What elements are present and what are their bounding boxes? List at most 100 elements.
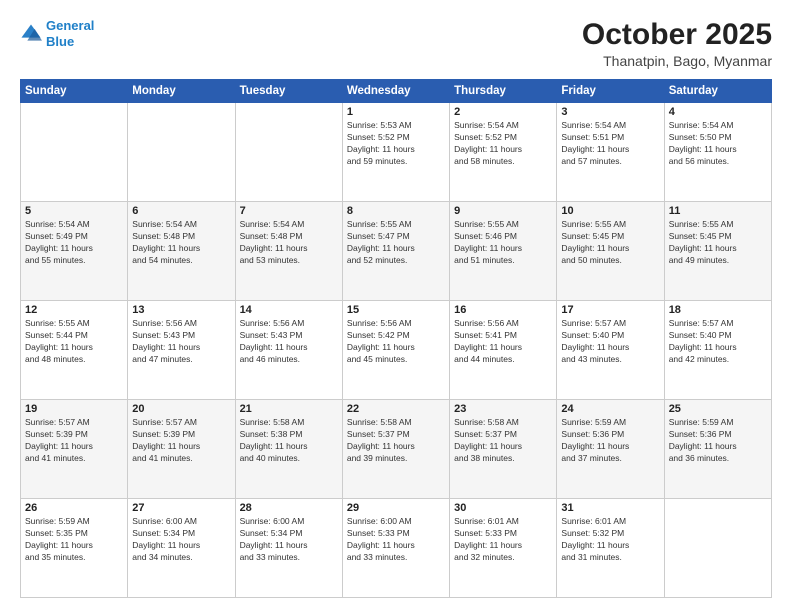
day-info: Sunrise: 5:54 AM Sunset: 5:52 PM Dayligh… [454,120,552,168]
day-info: Sunrise: 5:54 AM Sunset: 5:48 PM Dayligh… [240,219,338,267]
calendar-table: SundayMondayTuesdayWednesdayThursdayFrid… [20,79,772,598]
day-info: Sunrise: 5:55 AM Sunset: 5:46 PM Dayligh… [454,219,552,267]
day-number: 17 [561,304,659,316]
week-row-3: 12 Sunrise: 5:55 AM Sunset: 5:44 PM Dayli… [21,301,772,400]
weekday-header-wednesday: Wednesday [342,80,449,103]
day-number: 14 [240,304,338,316]
day-number: 8 [347,205,445,217]
calendar-cell [21,103,128,202]
weekday-header-thursday: Thursday [450,80,557,103]
weekday-header-monday: Monday [128,80,235,103]
day-number: 9 [454,205,552,217]
logo: General Blue [20,18,94,49]
day-info: Sunrise: 5:55 AM Sunset: 5:45 PM Dayligh… [669,219,767,267]
day-number: 23 [454,403,552,415]
day-number: 1 [347,106,445,118]
day-number: 20 [132,403,230,415]
header: General Blue October 2025 Thanatpin, Bag… [20,18,772,69]
calendar-cell: 26Sunrise: 5:59 AM Sunset: 5:35 PM Dayli… [21,499,128,598]
day-info: Sunrise: 5:56 AM Sunset: 5:43 PM Dayligh… [240,318,338,366]
day-info: Sunrise: 5:57 AM Sunset: 5:39 PM Dayligh… [132,417,230,465]
day-number: 25 [669,403,767,415]
day-number: 24 [561,403,659,415]
calendar-cell: 29 Sunrise: 6:00 AM Sunset: 5:33 PM Dayli… [342,499,449,598]
day-number: 22 [347,403,445,415]
day-info: Sunrise: 5:57 AM Sunset: 5:39 PM Dayligh… [25,417,123,465]
week-row-2: 5Sunrise: 5:54 AM Sunset: 5:49 PM Daylig… [21,202,772,301]
day-number: 10 [561,205,659,217]
weekday-header-tuesday: Tuesday [235,80,342,103]
day-info: Sunrise: 5:56 AM Sunset: 5:43 PM Dayligh… [132,318,230,366]
calendar-cell [128,103,235,202]
day-info: Sunrise: 6:00 AM Sunset: 5:34 PM Dayligh… [132,516,230,564]
day-info: Sunrise: 6:00 AM Sunset: 5:33 PM Dayligh… [347,516,445,564]
calendar-cell: 4Sunrise: 5:54 AM Sunset: 5:50 PM Daylig… [664,103,771,202]
day-number: 16 [454,304,552,316]
calendar-cell: 9 Sunrise: 5:55 AM Sunset: 5:46 PM Daylig… [450,202,557,301]
day-number: 2 [454,106,552,118]
calendar-cell: 10 Sunrise: 5:55 AM Sunset: 5:45 PM Dayli… [557,202,664,301]
day-info: Sunrise: 5:54 AM Sunset: 5:49 PM Dayligh… [25,219,123,267]
day-info: Sunrise: 5:58 AM Sunset: 5:38 PM Dayligh… [240,417,338,465]
day-info: Sunrise: 5:57 AM Sunset: 5:40 PM Dayligh… [561,318,659,366]
calendar-cell: 5Sunrise: 5:54 AM Sunset: 5:49 PM Daylig… [21,202,128,301]
day-info: Sunrise: 5:54 AM Sunset: 5:51 PM Dayligh… [561,120,659,168]
day-number: 11 [669,205,767,217]
calendar-cell: 31Sunrise: 6:01 AM Sunset: 5:32 PM Dayli… [557,499,664,598]
day-info: Sunrise: 6:00 AM Sunset: 5:34 PM Dayligh… [240,516,338,564]
day-info: Sunrise: 5:58 AM Sunset: 5:37 PM Dayligh… [347,417,445,465]
day-info: Sunrise: 5:56 AM Sunset: 5:42 PM Dayligh… [347,318,445,366]
calendar-cell: 1 Sunrise: 5:53 AM Sunset: 5:52 PM Daylig… [342,103,449,202]
month-title: October 2025 [582,18,772,51]
calendar-cell: 6 Sunrise: 5:54 AM Sunset: 5:48 PM Daylig… [128,202,235,301]
calendar-cell: 14 Sunrise: 5:56 AM Sunset: 5:43 PM Dayli… [235,301,342,400]
day-info: Sunrise: 5:55 AM Sunset: 5:47 PM Dayligh… [347,219,445,267]
location-subtitle: Thanatpin, Bago, Myanmar [582,53,772,69]
day-info: Sunrise: 5:53 AM Sunset: 5:52 PM Dayligh… [347,120,445,168]
day-number: 19 [25,403,123,415]
calendar-cell: 18 Sunrise: 5:57 AM Sunset: 5:40 PM Dayli… [664,301,771,400]
week-row-1: 1 Sunrise: 5:53 AM Sunset: 5:52 PM Daylig… [21,103,772,202]
title-block: October 2025 Thanatpin, Bago, Myanmar [582,18,772,69]
day-info: Sunrise: 5:55 AM Sunset: 5:45 PM Dayligh… [561,219,659,267]
calendar-cell: 21 Sunrise: 5:58 AM Sunset: 5:38 PM Dayli… [235,400,342,499]
calendar-cell: 23 Sunrise: 5:58 AM Sunset: 5:37 PM Dayli… [450,400,557,499]
calendar-page: General Blue October 2025 Thanatpin, Bag… [0,0,792,612]
day-number: 15 [347,304,445,316]
calendar-cell: 17 Sunrise: 5:57 AM Sunset: 5:40 PM Dayli… [557,301,664,400]
calendar-cell [664,499,771,598]
day-number: 31 [561,502,659,514]
calendar-cell: 13Sunrise: 5:56 AM Sunset: 5:43 PM Dayli… [128,301,235,400]
day-info: Sunrise: 5:54 AM Sunset: 5:48 PM Dayligh… [132,219,230,267]
logo-text: General Blue [46,18,94,49]
calendar-cell [235,103,342,202]
calendar-cell: 2 Sunrise: 5:54 AM Sunset: 5:52 PM Daylig… [450,103,557,202]
calendar-cell: 27 Sunrise: 6:00 AM Sunset: 5:34 PM Dayli… [128,499,235,598]
day-info: Sunrise: 5:58 AM Sunset: 5:37 PM Dayligh… [454,417,552,465]
weekday-header-sunday: Sunday [21,80,128,103]
day-number: 21 [240,403,338,415]
calendar-cell: 28Sunrise: 6:00 AM Sunset: 5:34 PM Dayli… [235,499,342,598]
logo-icon [20,23,42,45]
calendar-cell: 8 Sunrise: 5:55 AM Sunset: 5:47 PM Daylig… [342,202,449,301]
day-number: 18 [669,304,767,316]
day-info: Sunrise: 5:57 AM Sunset: 5:40 PM Dayligh… [669,318,767,366]
day-number: 26 [25,502,123,514]
day-number: 29 [347,502,445,514]
calendar-cell: 11 Sunrise: 5:55 AM Sunset: 5:45 PM Dayli… [664,202,771,301]
day-number: 27 [132,502,230,514]
calendar-cell: 3 Sunrise: 5:54 AM Sunset: 5:51 PM Daylig… [557,103,664,202]
calendar-cell: 30Sunrise: 6:01 AM Sunset: 5:33 PM Dayli… [450,499,557,598]
day-number: 7 [240,205,338,217]
calendar-cell: 15 Sunrise: 5:56 AM Sunset: 5:42 PM Dayli… [342,301,449,400]
calendar-cell: 16 Sunrise: 5:56 AM Sunset: 5:41 PM Dayli… [450,301,557,400]
calendar-cell: 25Sunrise: 5:59 AM Sunset: 5:36 PM Dayli… [664,400,771,499]
week-row-5: 26Sunrise: 5:59 AM Sunset: 5:35 PM Dayli… [21,499,772,598]
day-info: Sunrise: 5:54 AM Sunset: 5:50 PM Dayligh… [669,120,767,168]
day-number: 6 [132,205,230,217]
day-info: Sunrise: 5:55 AM Sunset: 5:44 PM Dayligh… [25,318,123,366]
day-number: 3 [561,106,659,118]
day-number: 12 [25,304,123,316]
calendar-cell: 7 Sunrise: 5:54 AM Sunset: 5:48 PM Daylig… [235,202,342,301]
day-info: Sunrise: 5:56 AM Sunset: 5:41 PM Dayligh… [454,318,552,366]
